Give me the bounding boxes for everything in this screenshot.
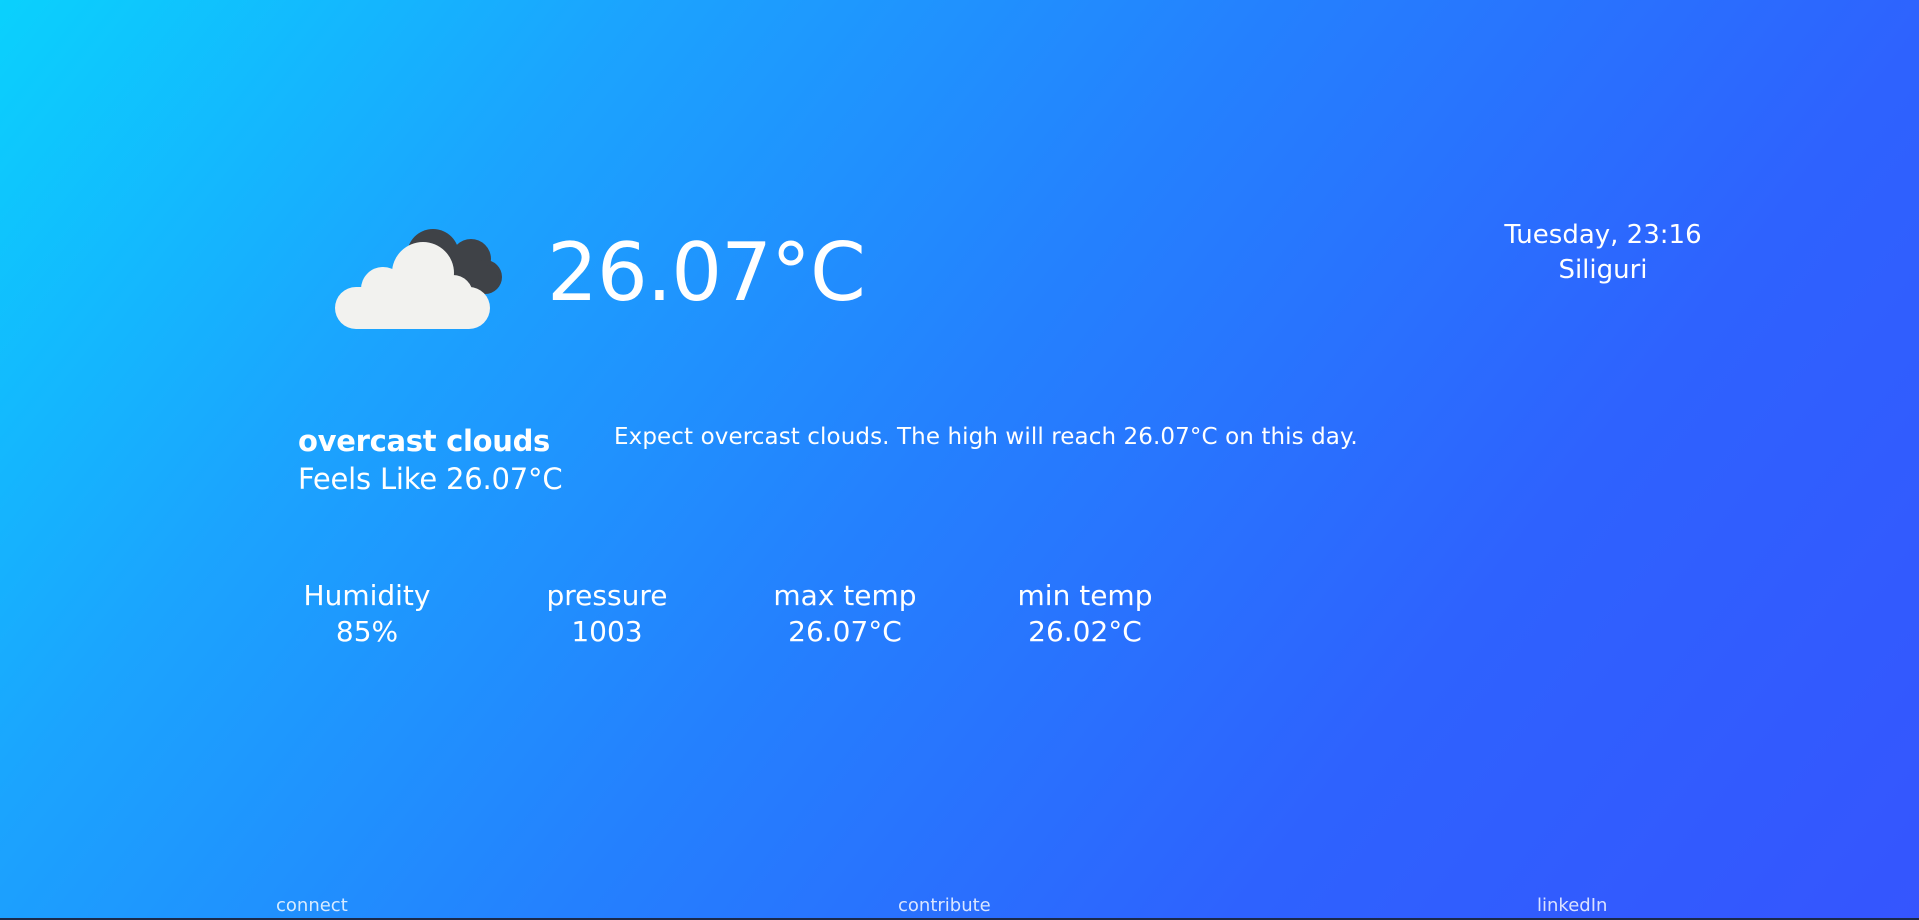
connect-link[interactable]: connect (276, 895, 348, 917)
min-temp-label: min temp (1017, 579, 1153, 612)
city-name: Siliguri (1558, 255, 1648, 285)
max-temp-value: 26.07°C (788, 615, 902, 648)
min-temp-value: 26.02°C (1028, 615, 1142, 648)
location-time: Tuesday, 23:16 Siliguri (1456, 218, 1750, 288)
date-time-label: Tuesday, 23:16 (1504, 220, 1702, 250)
max-temp-label: max temp (773, 579, 917, 612)
humidity-stat: Humidity 85% (267, 578, 467, 650)
pressure-stat: pressure 1003 (507, 578, 707, 650)
conditions: overcast clouds Feels Like 26.07°C (298, 422, 563, 498)
pressure-label: pressure (546, 579, 668, 612)
max-temp-stat: max temp 26.07°C (745, 578, 945, 650)
humidity-label: Humidity (303, 579, 431, 612)
contribute-link[interactable]: contribute (898, 895, 991, 917)
min-temp-stat: min temp 26.02°C (985, 578, 1185, 650)
forecast-summary: Expect overcast clouds. The high will re… (614, 424, 1358, 450)
feels-like: Feels Like 26.07°C (298, 462, 563, 496)
current-temperature: 26.07°C (547, 225, 866, 319)
current-weather: 26.07°C (335, 215, 866, 330)
overcast-clouds-icon (335, 229, 502, 329)
humidity-value: 85% (335, 615, 399, 648)
pressure-value: 1003 (571, 615, 643, 648)
weather-description: overcast clouds (298, 424, 550, 458)
linkedin-link[interactable]: linkedIn (1537, 895, 1607, 917)
